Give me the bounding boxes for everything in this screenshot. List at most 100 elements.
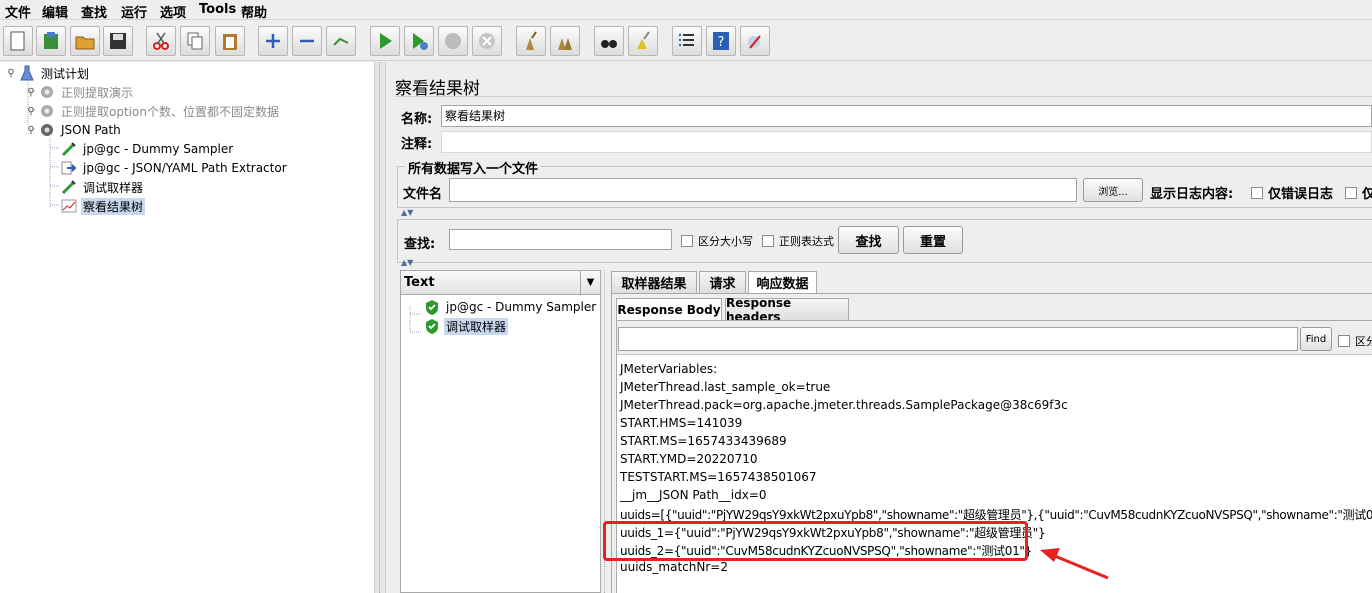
menu-run[interactable]: 运行	[121, 2, 147, 21]
copy-icon	[187, 32, 203, 50]
response-line: START.HMS=141039	[620, 416, 743, 430]
expand-toggle-icon[interactable]: ⚲	[24, 87, 38, 98]
sample-label: jp@gc - Dummy Sampler	[446, 300, 597, 314]
function-helper-button[interactable]	[672, 26, 702, 56]
stop-icon	[445, 33, 461, 49]
sample-item-dummy[interactable]: jp@gc - Dummy Sampler	[423, 298, 598, 316]
graph-icon	[60, 198, 78, 214]
success-shield-icon	[423, 318, 441, 334]
pipette-icon	[60, 179, 78, 195]
collapse-button[interactable]	[292, 26, 322, 56]
sample-item-debug[interactable]: 调试取样器	[423, 317, 509, 335]
response-find-button[interactable]: Find	[1300, 327, 1332, 351]
remote-button[interactable]	[740, 26, 770, 56]
reset-broom-icon	[637, 31, 650, 49]
clear-button[interactable]	[516, 26, 546, 56]
case-sensitive-checkbox[interactable]: 区分大小写	[681, 233, 753, 249]
menu-search[interactable]: 查找	[81, 2, 107, 21]
find-button[interactable]: 查找	[838, 226, 899, 254]
response-case-label: 区分	[1355, 335, 1372, 348]
tree-item-root[interactable]: ⚲ 测试计划	[4, 64, 91, 82]
tree-label: 察看结果树	[81, 197, 146, 215]
split-arrows-icon[interactable]: ▲▼	[401, 208, 413, 217]
tree-item-regex-demo[interactable]: ⚲ 正则提取演示	[24, 83, 135, 101]
regex-checkbox[interactable]: 正则表达式	[762, 233, 834, 249]
toolbar: ?	[0, 21, 1372, 61]
subtab-response-body[interactable]: Response Body	[616, 298, 722, 320]
minus-icon	[300, 39, 314, 43]
name-input[interactable]: 察看结果树	[441, 105, 1372, 127]
search-input[interactable]	[449, 229, 672, 250]
response-case-checkbox[interactable]: 区分	[1338, 333, 1372, 349]
tree-item-json-path[interactable]: ⚲ JSON Path	[24, 121, 123, 139]
checkbox-box	[762, 235, 774, 247]
svg-text:?: ?	[718, 35, 725, 50]
subtab-response-headers[interactable]: Response headers	[725, 296, 849, 324]
start-button[interactable]	[370, 26, 400, 56]
chevron-down-icon[interactable]: ▼	[580, 271, 600, 294]
expand-button[interactable]	[258, 26, 288, 56]
test-plan-tree: ⚲ 测试计划 ⚲ 正则提取演示 ⚲ 正则提取option个数、位置都不固定数据 …	[0, 62, 374, 593]
tree-item-view-results-tree[interactable]: 察看结果树	[60, 197, 146, 215]
comment-input[interactable]	[441, 131, 1372, 153]
response-line: START.YMD=20220710	[620, 452, 758, 466]
split-arrows-icon[interactable]: ▲▼	[401, 258, 413, 267]
expand-toggle-icon[interactable]: ⚲	[24, 106, 38, 117]
comment-label: 注释:	[401, 137, 433, 152]
tree-label: 正则提取option个数、位置都不固定数据	[61, 104, 279, 119]
help-button[interactable]: ?	[706, 26, 736, 56]
response-line: TESTSTART.MS=1657438501067	[620, 470, 817, 484]
name-label: 名称:	[401, 112, 433, 127]
splitter-grip	[379, 62, 381, 593]
menu-options[interactable]: 选项	[160, 2, 186, 21]
start-no-pause-button[interactable]	[404, 26, 434, 56]
filename-label: 文件名	[403, 187, 443, 202]
browse-button[interactable]: 浏览...	[1083, 178, 1143, 202]
copy-button[interactable]	[180, 26, 210, 56]
annotation-arrow-icon	[1040, 548, 1109, 580]
save-button[interactable]	[103, 26, 133, 56]
toggle-button[interactable]	[326, 26, 356, 56]
errors-only-checkbox[interactable]: 仅错误日志	[1251, 183, 1333, 202]
shutdown-button[interactable]	[472, 26, 502, 56]
tree-item-debug-sampler[interactable]: 调试取样器	[60, 178, 145, 196]
paste-button[interactable]	[215, 26, 245, 56]
menu-bar: 文件 编辑 查找 运行 选项 Tools 帮助	[0, 0, 1372, 21]
vertical-splitter[interactable]	[374, 62, 386, 593]
tab-sampler-result[interactable]: 取样器结果	[611, 271, 697, 293]
broom-all-icon	[558, 38, 572, 50]
tree-item-dummy-sampler[interactable]: jp@gc - Dummy Sampler	[60, 140, 235, 158]
cut-button[interactable]	[146, 26, 176, 56]
tree-label: jp@gc - Dummy Sampler	[83, 142, 234, 156]
open-button[interactable]	[70, 26, 100, 56]
menu-tools[interactable]: Tools	[199, 2, 236, 17]
tab-request[interactable]: 请求	[699, 271, 746, 293]
checkbox-box	[1251, 186, 1263, 199]
regex-label: 正则表达式	[779, 235, 834, 248]
case-sensitive-label: 区分大小写	[698, 235, 753, 248]
renderer-select[interactable]: Text ▼	[401, 271, 600, 295]
menu-edit[interactable]: 编辑	[42, 2, 68, 21]
reset-search-button[interactable]	[628, 26, 658, 56]
menu-help[interactable]: 帮助	[241, 2, 267, 21]
tree-item-regex-option[interactable]: ⚲ 正则提取option个数、位置都不固定数据	[24, 102, 281, 120]
find-button-toolbar[interactable]	[594, 26, 624, 56]
sample-label: 调试取样器	[444, 317, 509, 335]
checkbox-box	[681, 235, 693, 247]
success-only-checkbox[interactable]: 仅	[1345, 183, 1372, 202]
expand-toggle-icon[interactable]: ⚲	[24, 125, 38, 136]
reset-button[interactable]: 重置	[903, 226, 963, 254]
clipboard-icon	[223, 34, 237, 50]
tree-item-json-extractor[interactable]: jp@gc - JSON/YAML Path Extractor	[60, 159, 289, 177]
clear-all-button[interactable]	[550, 26, 580, 56]
filename-input[interactable]	[449, 178, 1077, 202]
tab-response-data[interactable]: 响应数据	[748, 271, 817, 293]
menu-file[interactable]: 文件	[5, 2, 31, 21]
templates-button[interactable]	[36, 26, 66, 56]
gear-icon	[38, 103, 56, 119]
stop-button[interactable]	[438, 26, 468, 56]
tree-label: 调试取样器	[83, 180, 144, 195]
expand-toggle-icon[interactable]: ⚲	[4, 68, 18, 79]
new-button[interactable]	[3, 26, 33, 56]
response-find-input[interactable]	[618, 327, 1298, 351]
